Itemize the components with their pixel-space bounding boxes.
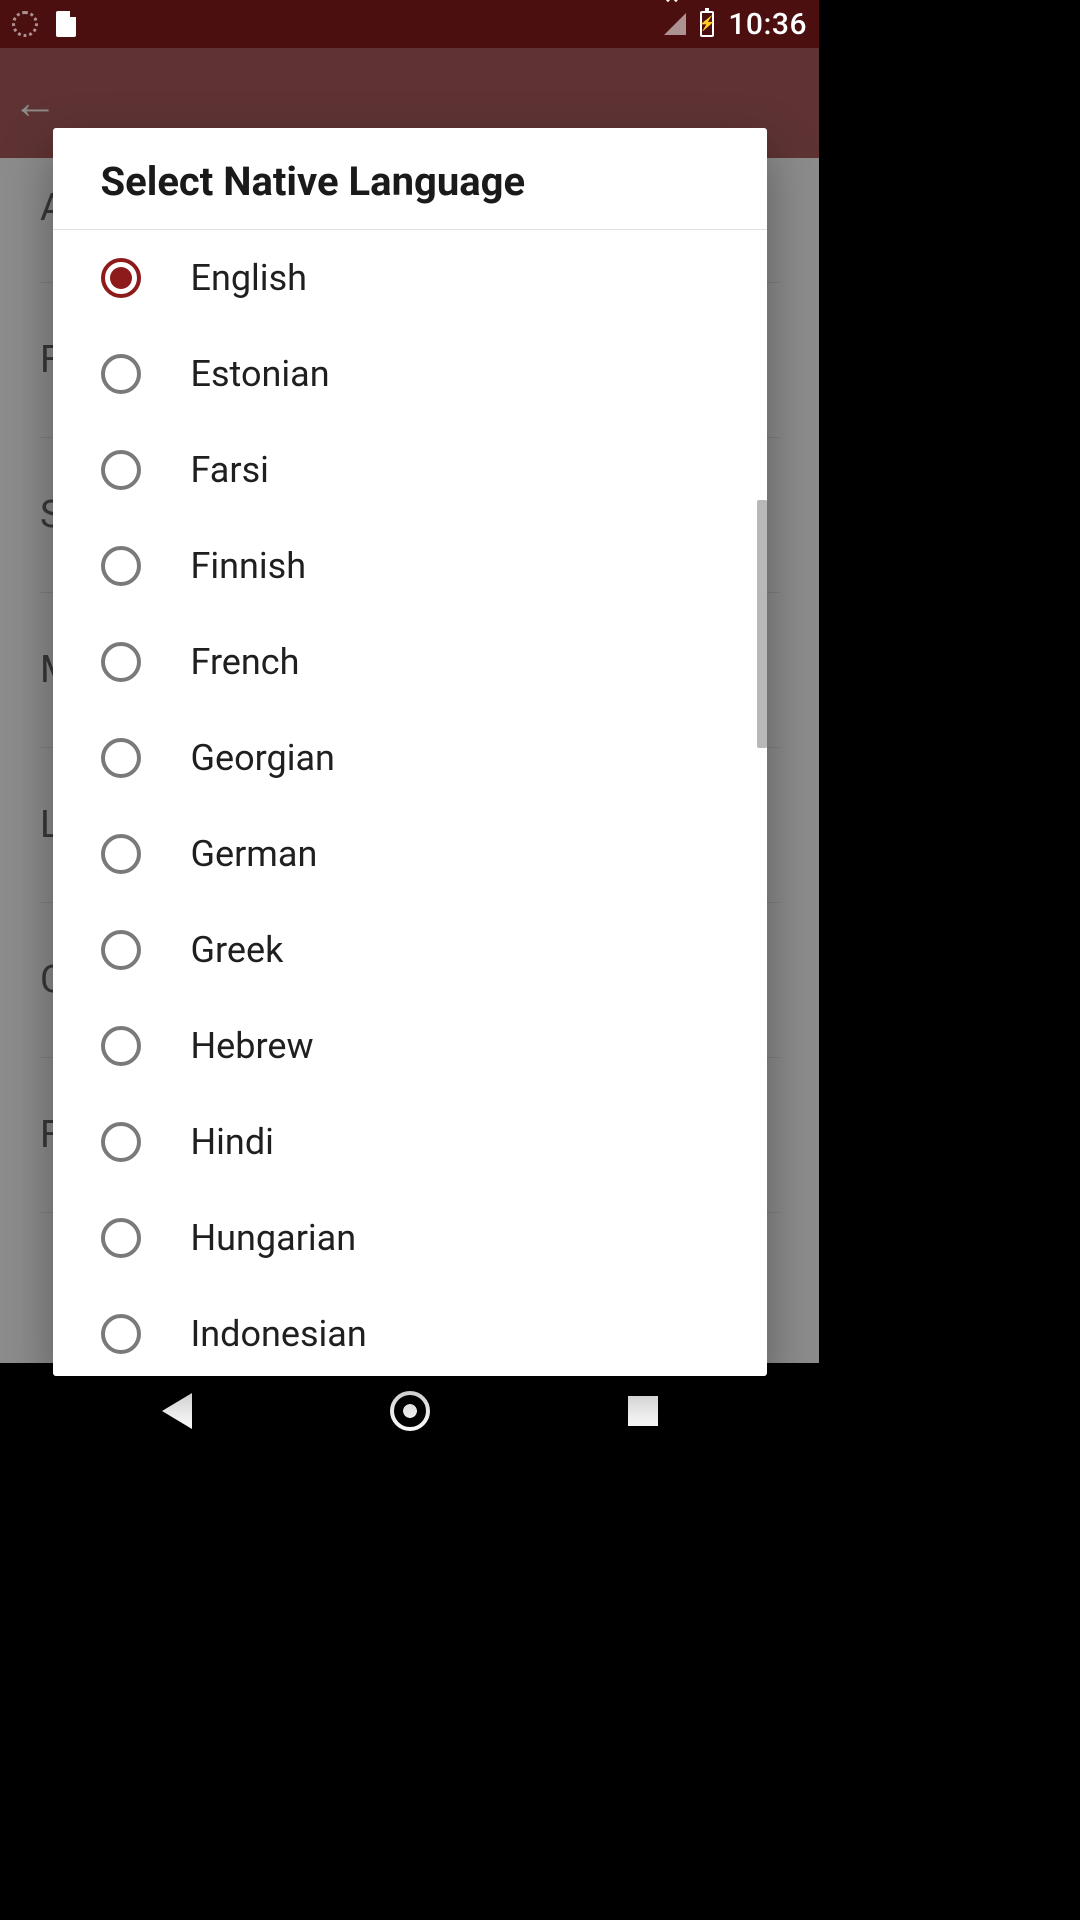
select-language-dialog: Select Native Language English Estonian … [53,128,767,1376]
language-option-label: Farsi [191,449,269,491]
radio-selected-icon [101,258,141,298]
language-option-finnish[interactable]: Finnish [53,518,767,614]
language-option-english[interactable]: English [53,230,767,326]
radio-unselected-icon [101,1314,141,1354]
language-option-label: Hebrew [191,1025,314,1067]
language-option-label: English [191,257,307,299]
language-option-farsi[interactable]: Farsi [53,422,767,518]
battery-charging-icon: ⚡ [700,11,714,37]
radio-unselected-icon [101,1122,141,1162]
screen: ✕ ⚡ 10:36 ← A F S M L C F Select Native … [0,0,819,1459]
language-option-label: Indonesian [191,1313,367,1355]
status-right: ✕ ⚡ 10:36 [664,7,807,42]
nav-back-button[interactable] [92,1393,262,1429]
radio-unselected-icon [101,354,141,394]
modal-scrim[interactable]: Select Native Language English Estonian … [0,48,819,1363]
language-option-label: Hungarian [191,1217,357,1259]
sd-card-icon [56,11,76,37]
language-option-label: Finnish [191,545,307,587]
status-clock: 10:36 [728,7,807,42]
language-option-label: Greek [191,929,284,971]
language-option-label: French [191,641,300,683]
status-bar: ✕ ⚡ 10:36 [0,0,819,48]
language-option-estonian[interactable]: Estonian [53,326,767,422]
radio-unselected-icon [101,450,141,490]
nav-recent-button[interactable] [558,1396,728,1426]
language-option-list[interactable]: English Estonian Farsi Finnish [53,230,767,1376]
language-option-georgian[interactable]: Georgian [53,710,767,806]
radio-unselected-icon [101,738,141,778]
nav-home-button[interactable] [325,1391,495,1431]
back-triangle-icon [162,1393,192,1429]
language-option-label: German [191,833,318,875]
cell-no-data-icon: ✕ [664,0,679,8]
scrollbar-thumb[interactable] [757,500,767,748]
language-option-hindi[interactable]: Hindi [53,1094,767,1190]
dialog-title: Select Native Language [53,128,767,230]
radio-unselected-icon [101,1026,141,1066]
radio-unselected-icon [101,1218,141,1258]
app-background: ← A F S M L C F Select Native Language E… [0,48,819,1363]
language-option-label: Georgian [191,737,335,779]
language-option-label: Estonian [191,353,330,395]
home-circle-icon [390,1391,430,1431]
radio-unselected-icon [101,930,141,970]
language-option-french[interactable]: French [53,614,767,710]
language-option-german[interactable]: German [53,806,767,902]
language-option-hebrew[interactable]: Hebrew [53,998,767,1094]
navigation-bar [0,1363,819,1459]
radio-unselected-icon [101,834,141,874]
recent-square-icon [628,1396,658,1426]
language-option-greek[interactable]: Greek [53,902,767,998]
status-left [12,11,76,37]
radio-unselected-icon [101,642,141,682]
language-option-label: Hindi [191,1121,274,1163]
language-option-hungarian[interactable]: Hungarian [53,1190,767,1286]
radio-unselected-icon [101,546,141,586]
loading-spinner-icon [12,11,38,37]
cell-signal-icon: ✕ [664,13,686,35]
language-option-indonesian[interactable]: Indonesian [53,1286,767,1376]
